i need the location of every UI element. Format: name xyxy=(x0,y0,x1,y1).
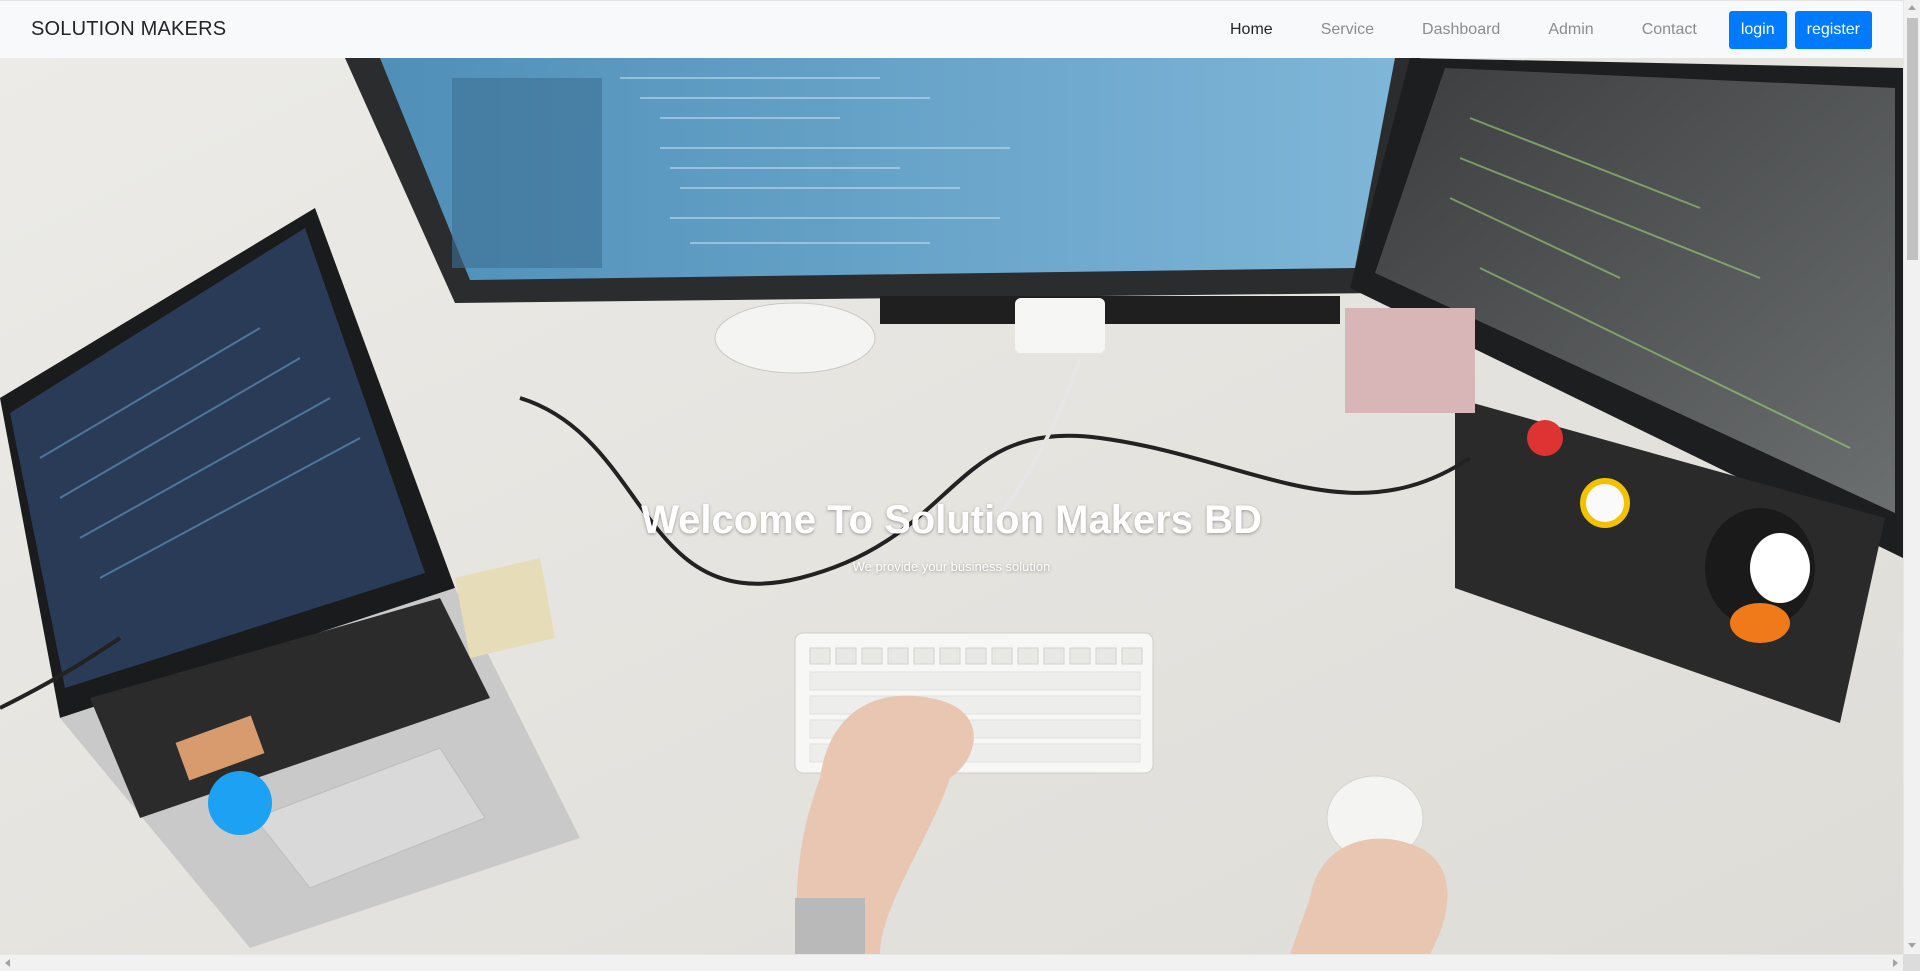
scrollbar-corner xyxy=(1903,954,1920,971)
vertical-scrollbar[interactable] xyxy=(1903,0,1920,954)
top-navbar: SOLUTION MAKERS Home Service Dashboard A… xyxy=(0,0,1903,58)
nav-link-dashboard[interactable]: Dashboard xyxy=(1398,21,1524,39)
login-button[interactable]: login xyxy=(1728,10,1787,49)
scroll-left-arrow-icon[interactable] xyxy=(5,959,10,967)
hero-text: Welcome To Solution Makers BD We provide… xyxy=(0,498,1903,574)
hero-subtitle: We provide your business solution xyxy=(852,559,1051,574)
brand-logo-text[interactable]: SOLUTION MAKERS xyxy=(31,18,226,41)
nav-link-admin[interactable]: Admin xyxy=(1524,21,1617,39)
horizontal-scrollbar[interactable] xyxy=(0,954,1903,971)
hero-banner: Welcome To Solution Makers BD We provide… xyxy=(0,58,1903,954)
page-viewport: SOLUTION MAKERS Home Service Dashboard A… xyxy=(0,0,1903,954)
hero-title: Welcome To Solution Makers BD xyxy=(641,498,1262,542)
register-button[interactable]: register xyxy=(1794,10,1872,49)
nav-link-home[interactable]: Home xyxy=(1206,21,1297,39)
scroll-up-arrow-icon[interactable] xyxy=(1908,5,1916,10)
nav-link-service[interactable]: Service xyxy=(1297,21,1398,39)
scroll-down-arrow-icon[interactable] xyxy=(1908,943,1916,948)
nav-links: Home Service Dashboard Admin Contact log… xyxy=(1206,1,1872,58)
vertical-scrollbar-thumb[interactable] xyxy=(1907,18,1918,260)
nav-link-contact[interactable]: Contact xyxy=(1618,21,1721,39)
scroll-right-arrow-icon[interactable] xyxy=(1893,959,1898,967)
